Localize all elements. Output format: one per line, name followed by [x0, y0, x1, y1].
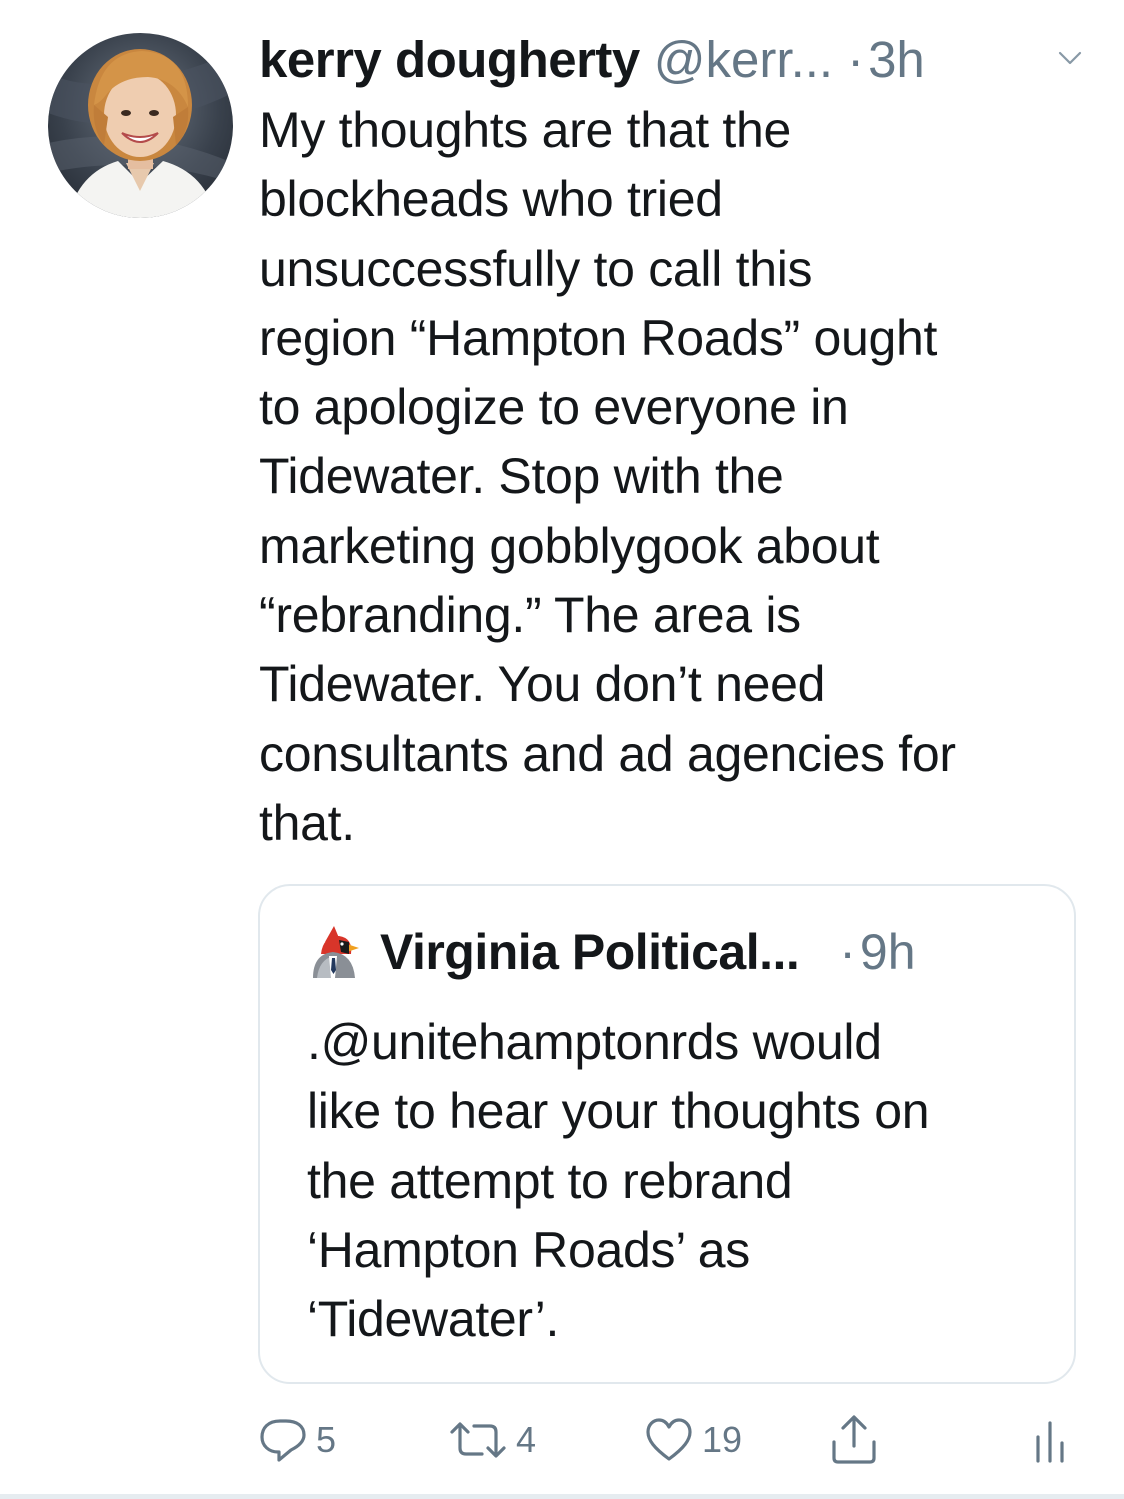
speech-bubble-icon	[258, 1416, 308, 1464]
quoted-tweet-text: .@unitehamptonrds would like to hear you…	[307, 1014, 930, 1348]
retweet-arrows-icon	[448, 1416, 508, 1464]
like-count: 19	[702, 1419, 743, 1460]
tweet[interactable]: kerry dougherty @kerr... ·3h My thoughts a…	[0, 0, 1124, 1499]
like-button[interactable]: 19	[644, 1405, 742, 1475]
profile-photo	[48, 49, 233, 218]
quoted-author-name[interactable]: Virginia Political...	[380, 924, 800, 980]
reply-count: 5	[316, 1419, 337, 1460]
author-avatar[interactable]	[48, 33, 233, 218]
author-name[interactable]: kerry dougherty	[259, 31, 640, 88]
tweet-text: My thoughts are that the blockheads who …	[259, 102, 956, 851]
share-button[interactable]	[826, 1405, 882, 1475]
quoted-time-separator: ·	[839, 924, 856, 980]
quoted-tweet-timestamp[interactable]: 9h	[860, 924, 916, 980]
heart-icon	[644, 1416, 694, 1464]
retweet-button[interactable]: 4	[448, 1405, 536, 1475]
share-icon	[826, 1412, 882, 1468]
retweet-count: 4	[516, 1419, 537, 1460]
author-handle[interactable]: @kerr...	[654, 31, 833, 88]
cardinal-bird-icon	[307, 924, 363, 980]
tweet-actions: 5 4 19	[0, 1405, 1124, 1475]
time-separator: ·	[847, 31, 865, 88]
chevron-down-icon[interactable]	[1057, 45, 1083, 71]
quoted-tweet-card[interactable]: Virginia Political... ·9h .@unitehamptonr…	[258, 884, 1076, 1384]
tweet-divider	[0, 1494, 1124, 1499]
bar-chart-icon	[1030, 1415, 1070, 1465]
reply-button[interactable]: 5	[258, 1405, 336, 1475]
tweet-timestamp[interactable]: 3h	[868, 31, 925, 88]
analytics-button[interactable]	[1030, 1405, 1070, 1475]
tweet-header: kerry dougherty @kerr... ·3h	[259, 28, 1099, 92]
quoted-tweet-header: Virginia Political... ·9h	[380, 920, 916, 984]
